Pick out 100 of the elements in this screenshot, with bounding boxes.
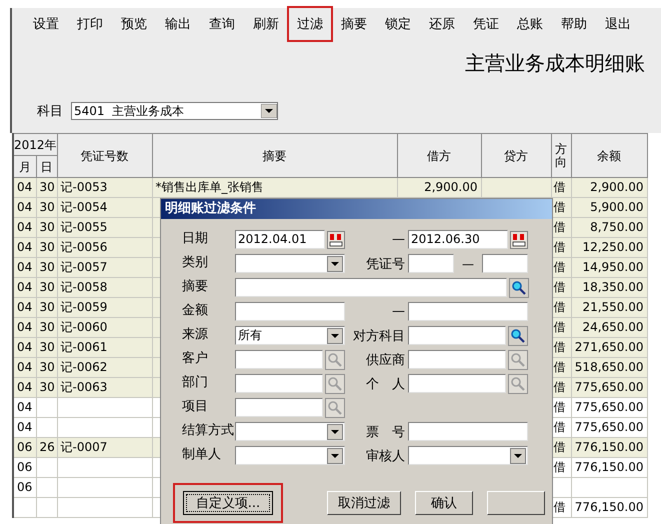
dropdown-field[interactable]: [235, 446, 345, 465]
toolbar-button[interactable]: 输出: [157, 8, 199, 40]
table-cell: 30: [36, 358, 58, 378]
dropdown-field[interactable]: [235, 422, 345, 441]
table-cell: 04: [13, 318, 36, 338]
table-cell: 记-0007: [57, 438, 152, 458]
input-field[interactable]: [408, 254, 454, 273]
toolbar-button[interactable]: 还原: [421, 8, 463, 40]
table-cell: [36, 418, 58, 438]
search-icon[interactable]: [509, 278, 529, 298]
table-cell: 04: [13, 338, 36, 358]
toolbar-button[interactable]: 帮助: [553, 8, 595, 40]
table-cell: 记-0056: [57, 238, 152, 258]
table-cell: 271,650.00: [571, 338, 648, 358]
dialog-title-bar: 明细账过滤条件: [161, 199, 552, 219]
header-cell: 摘要: [152, 134, 398, 178]
table-cell: 04: [13, 398, 36, 418]
input-field[interactable]: [235, 278, 507, 297]
table-cell: 30: [36, 258, 58, 278]
date-field[interactable]: 2012.04.01: [235, 230, 325, 249]
table-cell: 04: [13, 258, 36, 278]
field-label: 个 人: [365, 376, 406, 392]
table-cell: 2,900.00: [397, 178, 482, 198]
table-cell: 12,250.00: [571, 238, 648, 258]
table-cell: 776,150.00: [571, 498, 648, 518]
toolbar-button[interactable]: 打印: [69, 8, 111, 40]
toolbar-button[interactable]: 退出: [597, 8, 639, 40]
dropdown-field[interactable]: [408, 446, 528, 465]
table-cell: 记-0063: [57, 378, 152, 398]
dialog-button[interactable]: 自定义项...: [183, 491, 273, 515]
table-cell: 04: [13, 358, 36, 378]
toolbar-button[interactable]: 摘要: [333, 8, 375, 40]
calendar-icon[interactable]: [327, 230, 345, 248]
table-cell: 06: [13, 478, 36, 498]
header-cell: 余额: [571, 134, 648, 178]
toolbar-button[interactable]: 预览: [113, 8, 155, 40]
dialog-button[interactable]: 取消过滤: [327, 491, 401, 515]
input-field[interactable]: [482, 254, 528, 273]
table-cell: 30: [36, 378, 58, 398]
toolbar-button[interactable]: 凭证: [465, 8, 507, 40]
table-cell: 776,150.00: [571, 458, 648, 478]
table-cell: 记-0053: [57, 178, 152, 198]
table-cell: 04: [13, 378, 36, 398]
toolbar-button[interactable]: 过滤: [289, 8, 331, 40]
table-cell: 04: [13, 178, 36, 198]
dropdown-field[interactable]: 所有: [235, 326, 345, 345]
input-field[interactable]: [408, 302, 528, 321]
input-field[interactable]: [408, 374, 506, 393]
calendar-icon[interactable]: [510, 230, 528, 248]
table-cell: 24,650.00: [571, 318, 648, 338]
input-field[interactable]: [235, 350, 323, 369]
table-cell: 04: [13, 278, 36, 298]
field-label: 来源: [182, 326, 209, 343]
table-cell: 04: [13, 298, 36, 318]
date-field[interactable]: 2012.06.30: [408, 230, 508, 249]
table-cell: 借: [551, 178, 572, 198]
field-label: 票 号: [365, 424, 406, 440]
input-field[interactable]: [235, 374, 323, 393]
table-cell: 776,150.00: [571, 438, 648, 458]
range-separator: —: [461, 256, 475, 270]
table-cell: 04: [13, 198, 36, 218]
table-cell: 30: [36, 218, 58, 238]
field-label: 凭证号: [365, 256, 406, 272]
header-cell: 月: [13, 156, 36, 178]
table-cell: 14,950.00: [571, 258, 648, 278]
table-cell: 04: [13, 218, 36, 238]
input-field[interactable]: [408, 350, 506, 369]
input-field[interactable]: [408, 422, 528, 441]
toolbar-button[interactable]: 锁定: [377, 8, 419, 40]
dialog-button[interactable]: [487, 491, 545, 515]
table-cell: 775,650.00: [571, 378, 648, 398]
account-select[interactable]: 5401 主营业务成本: [71, 102, 278, 120]
table-cell: 记-0062: [57, 358, 152, 378]
dialog-button[interactable]: 确认: [415, 491, 473, 515]
input-field[interactable]: [235, 398, 323, 417]
search-icon[interactable]: [508, 326, 528, 346]
field-label: 审核人: [365, 448, 406, 464]
table-cell: 5,900.00: [571, 198, 648, 218]
dropdown-field[interactable]: [235, 254, 345, 273]
toolbar-button[interactable]: 设置: [25, 8, 67, 40]
table-cell: [36, 478, 58, 498]
table-cell: 518,650.00: [571, 358, 648, 378]
input-field[interactable]: [408, 326, 506, 345]
table-cell: 记-0054: [57, 198, 152, 218]
table-cell: 记-0061: [57, 338, 152, 358]
toolbar-button[interactable]: 刷新: [245, 8, 287, 40]
input-field[interactable]: [235, 302, 345, 321]
table-cell: [36, 458, 58, 478]
toolbar-button[interactable]: 总账: [509, 8, 551, 40]
table-cell: 775,650.00: [571, 418, 648, 438]
toolbar-button[interactable]: 查询: [201, 8, 243, 40]
table-cell: 记-0057: [57, 258, 152, 278]
table-cell: 记-0055: [57, 218, 152, 238]
table-cell: 30: [36, 198, 58, 218]
table-cell: 30: [36, 338, 58, 358]
header-cell: 方向: [551, 134, 572, 178]
table-cell: 21,550.00: [571, 298, 648, 318]
dropdown-arrow-icon: [261, 104, 277, 118]
table-cell: 30: [36, 298, 58, 318]
header-cell: 2012年: [13, 134, 58, 156]
